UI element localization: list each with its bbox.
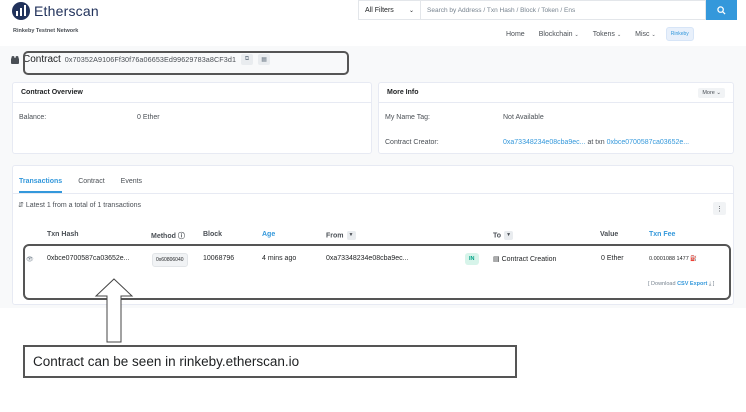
creator-info: 0xa73348234e08cba9ec... at txn 0xbce0700… — [503, 139, 689, 146]
header-txn-hash: Txn Hash — [47, 231, 79, 238]
tab-bar: Transactions Contract Events — [12, 170, 734, 194]
top-header: Etherscan Rinkeby Testnet Network All Fi… — [0, 0, 746, 46]
nav-tokens[interactable]: Tokens ⌄ — [593, 31, 621, 38]
network-switch-button[interactable]: Rinkeby — [665, 27, 694, 41]
header-value: Value — [600, 231, 619, 238]
creator-txn-link[interactable]: 0xbce0700587ca03652e... — [607, 139, 690, 146]
latest-summary: ⇵ Latest 1 from a total of 1 transaction… — [18, 201, 141, 209]
header-from: From ▼ — [326, 231, 356, 240]
main-nav: Home Blockchain ⌄ Tokens ⌄ Misc ⌄ Rinkeby — [506, 27, 694, 41]
filter-dropdown[interactable]: All Filters ⌄ — [358, 0, 420, 20]
search-button[interactable] — [706, 0, 737, 20]
filter-label: All Filters — [365, 6, 394, 14]
creator-at-text: at txn — [587, 139, 605, 146]
creator-address-link[interactable]: 0xa73348234e08cba9ec... — [503, 139, 586, 146]
search-bar: All Filters ⌄ — [358, 0, 737, 20]
name-tag-label: My Name Tag: — [385, 114, 430, 121]
contract-overview-card: Contract Overview Balance: 0 Ether — [12, 82, 372, 154]
header-block: Block — [203, 231, 223, 238]
more-options-icon[interactable]: ⋮ — [713, 202, 726, 215]
etherscan-logo-icon — [12, 2, 30, 20]
address-highlight-box — [23, 51, 349, 75]
card-title: More Info — [387, 89, 419, 96]
card-title: Contract Overview — [21, 89, 83, 96]
nav-home[interactable]: Home — [506, 31, 525, 38]
contract-icon — [11, 55, 19, 64]
search-icon — [717, 5, 726, 15]
name-tag-value: Not Available — [503, 114, 544, 121]
tab-events[interactable]: Events — [121, 178, 142, 185]
more-info-card: More Info More ⌄ My Name Tag: Not Availa… — [378, 82, 734, 154]
nav-blockchain[interactable]: Blockchain ⌄ — [539, 31, 579, 38]
tab-contract[interactable]: Contract — [78, 178, 104, 185]
search-input[interactable] — [420, 0, 706, 20]
network-label: Rinkeby Testnet Network — [13, 28, 79, 34]
header-txn-fee[interactable]: Txn Fee — [649, 231, 675, 238]
header-method: Method ⓘ — [151, 233, 185, 240]
header-to: To ▼ — [493, 231, 514, 240]
nav-misc[interactable]: Misc ⌄ — [635, 31, 656, 38]
logo-text: Etherscan — [34, 3, 99, 19]
creator-label: Contract Creator: — [385, 139, 439, 146]
sort-icon: ⇵ — [18, 202, 24, 209]
chevron-down-icon: ⌄ — [408, 7, 414, 14]
filter-icon[interactable]: ▼ — [504, 231, 514, 240]
up-arrow-annotation — [94, 278, 134, 343]
tab-transactions[interactable]: Transactions — [19, 178, 63, 193]
balance-value: 0 Ether — [137, 114, 160, 121]
chevron-down-icon: ⌄ — [574, 31, 579, 38]
etherscan-logo[interactable]: Etherscan — [12, 2, 99, 20]
balance-label: Balance: — [19, 114, 47, 121]
header-age[interactable]: Age — [262, 231, 275, 238]
chevron-down-icon: ⌄ — [651, 31, 656, 38]
more-dropdown-button[interactable]: More ⌄ — [698, 87, 725, 98]
latest-text: Latest 1 from a total of 1 transactions — [25, 202, 141, 209]
chevron-down-icon: ⌄ — [616, 31, 622, 38]
annotation-caption: Contract can be seen in rinkeby.ethersca… — [23, 345, 517, 378]
filter-icon[interactable]: ▼ — [346, 231, 356, 240]
